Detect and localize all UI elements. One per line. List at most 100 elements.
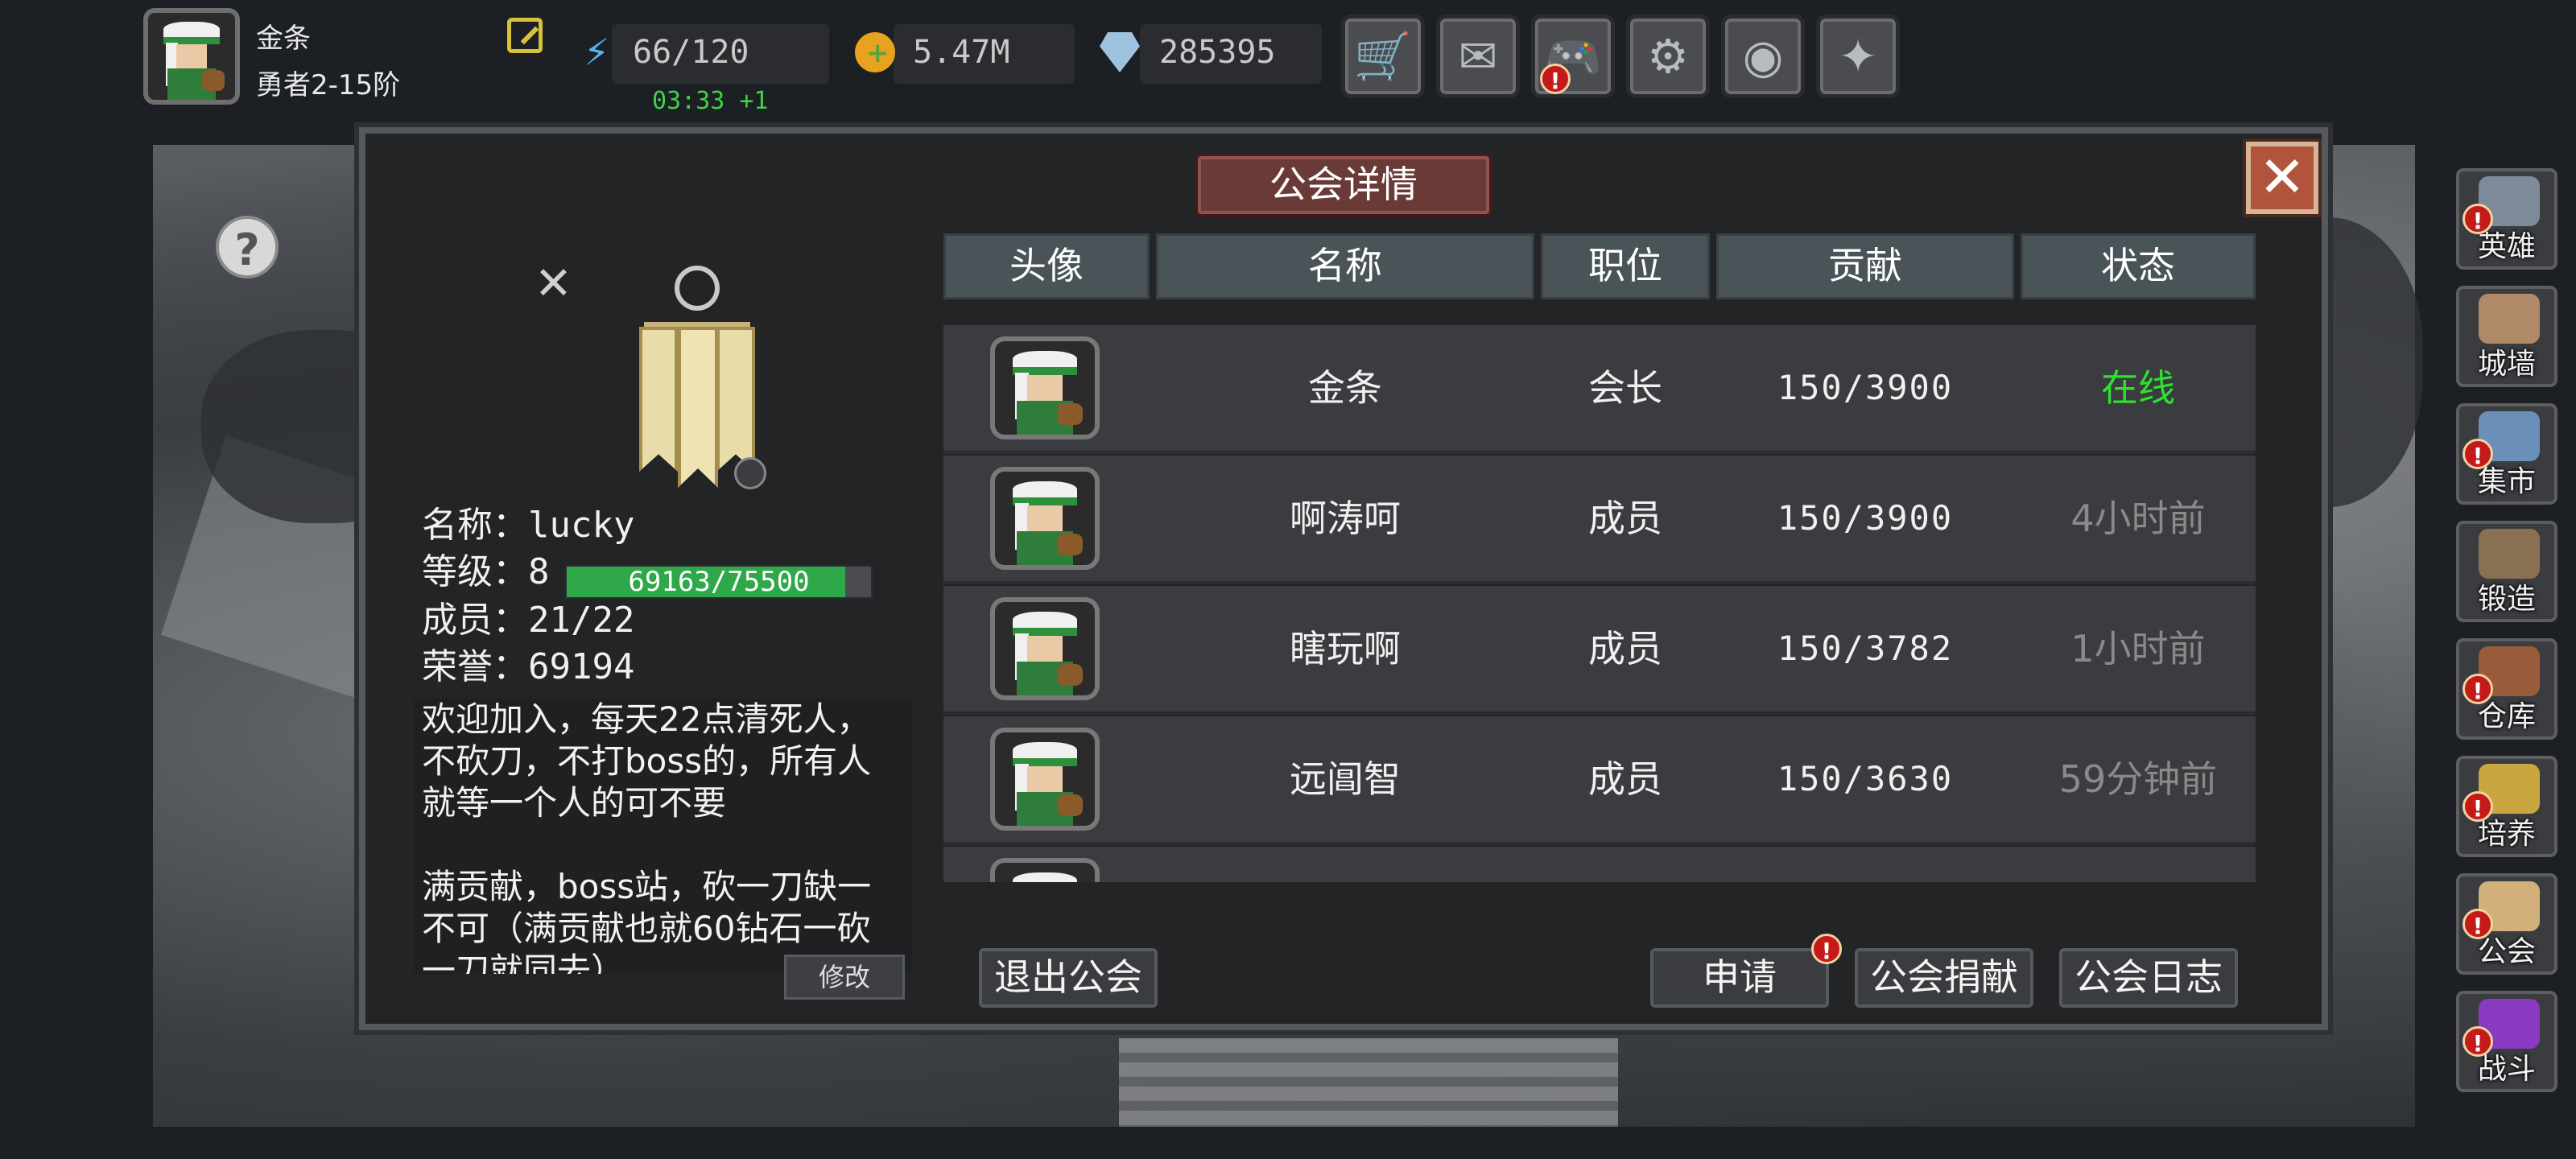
gold-coin-icon[interactable] [855,32,895,72]
firework-button[interactable]: ✦ [1816,14,1900,98]
member-avatar[interactable] [990,728,1100,831]
table-row[interactable]: 瞎玩啊 成员 150/3782 1小时前 [943,586,2256,715]
alert-badge: ! [2462,674,2493,704]
member-avatar[interactable] [990,858,1100,882]
header-contribution: 贡献 [1716,233,2014,299]
color-wheel-icon: ◉ [1742,29,1784,84]
alert-badge: ! [2462,204,2493,234]
member-avatar[interactable] [990,336,1100,439]
gem-icon[interactable] [1100,32,1140,72]
sidebar-item-0[interactable]: 英雄! [2452,164,2562,274]
close-dialog-button[interactable]: ✕ [2246,142,2318,214]
sidebar-item-5[interactable]: 培养! [2452,752,2562,861]
alert-badge: ! [2462,791,2493,822]
hero-portrait-icon [995,472,1095,565]
sidebar-item-6[interactable]: 公会! [2452,869,2562,979]
dialog-title: 公会详情 [1195,153,1492,217]
hero-portrait-icon [995,341,1095,435]
guild-name-row: 名称：lucky [422,496,634,547]
table-row[interactable]: 啊涛呵 成员 150/3900 4小时前 [943,456,2256,584]
mail-icon: ✉ [1458,29,1498,84]
guild-members-row: 成员：21/22 [422,591,634,642]
member-contribution: 150/3782 [1777,629,1954,668]
gear-icon: ⚙ [1647,29,1689,84]
table-row[interactable]: 远阊智 成员 150/3630 59分钟前 [943,716,2256,845]
alert-badge: ! [1540,64,1571,94]
modify-notice-button[interactable]: 修改 [784,955,905,1000]
member-role: 成员 [1588,497,1662,540]
sidebar-item-icon [2479,529,2540,579]
close-icon[interactable]: ✕ [535,258,572,310]
sidebar-item-icon [2479,294,2540,344]
guild-level-row: 等级：8 [422,542,550,594]
apply-button[interactable]: 申请 ! [1650,934,1842,1008]
energy-bolt-icon: ⚡ [583,31,610,74]
guild-detail-dialog: 公会详情 ✕ ✕ 名称：lucky 等级：8 69163/75500 成员：21… [359,127,2328,1030]
sidebar-item-4[interactable]: 仓库! [2452,634,2562,744]
guild-notice-text: 欢迎加入，每天22点清死人，不砍刀，不打boss的，所有人就等一个人的可不要 满… [422,699,872,974]
player-rank: 勇者2-15阶 [256,69,401,101]
member-name: 远阊智 [1290,757,1401,801]
header-avatar: 头像 [943,233,1150,299]
guild-donate-button[interactable]: 公会捐献 [1855,948,2033,1008]
table-row[interactable] [943,847,2256,882]
guild-honor-row: 荣誉：69194 [422,637,634,689]
alert-badge: ! [2462,1026,2493,1057]
sidebar-item-label: 城墙 [2477,348,2536,381]
member-table-header: 头像 名称 职位 贡献 状态 [943,233,2256,299]
member-status: 在线 [2101,366,2175,410]
sidebar-item-2[interactable]: 集市! [2452,399,2562,509]
member-table-body[interactable]: 金条 会长 150/3900 在线 啊涛呵 成员 150/3900 4小时前 瞎玩啊 成员 150/… [943,325,2256,882]
guild-members-value: 21/22 [528,600,635,641]
guild-banner-icon [639,266,766,489]
member-contribution: 150/3630 [1777,759,1954,798]
energy-timer: 03:33 +1 [652,87,769,115]
member-status: 59分钟前 [2058,757,2218,801]
guild-honor-value: 69194 [528,646,635,687]
leave-guild-button[interactable]: 退出公会 [979,948,1158,1008]
guild-honor-label: 荣誉： [422,646,528,687]
header-role: 职位 [1541,233,1710,299]
cart-button[interactable]: 🛒 [1341,14,1425,98]
guild-info-panel: ✕ 名称：lucky 等级：8 69163/75500 成员：21/22 荣誉：… [414,240,916,990]
member-avatar[interactable] [990,597,1100,700]
member-name: 啊涛呵 [1290,497,1401,540]
sidebar-item-1[interactable]: 城墙 [2452,282,2562,391]
firework-icon: ✦ [1838,29,1878,84]
gear-button[interactable]: ⚙ [1626,14,1710,98]
player-avatar[interactable] [143,8,240,105]
member-status: 4小时前 [2070,497,2206,540]
guild-notice-box[interactable]: 欢迎加入，每天22点清死人，不砍刀，不打boss的，所有人就等一个人的可不要 满… [414,699,913,974]
member-role: 成员 [1588,627,1662,670]
gold-value: 5.47M [913,34,1010,71]
sidebar-item-3[interactable]: 锻造 [2452,517,2562,626]
help-icon[interactable]: ? [216,216,279,278]
member-role: 成员 [1588,757,1662,801]
edit-name-icon[interactable] [507,18,543,53]
guild-log-button[interactable]: 公会日志 [2059,948,2238,1008]
header-name: 名称 [1156,233,1534,299]
gamepad-badge-icon [734,457,766,489]
sidebar-item-label: 锻造 [2477,583,2536,616]
header-status: 状态 [2021,233,2256,299]
color-wheel-button[interactable]: ◉ [1721,14,1805,98]
gamepad-button[interactable]: 🎮! [1531,14,1615,98]
sidebar-item-7[interactable]: 战斗! [2452,987,2562,1096]
cart-icon: 🛒 [1353,28,1413,84]
hero-portrait-icon [995,732,1095,826]
alert-badge: ! [2462,909,2493,939]
alert-badge: ! [2462,439,2493,469]
guild-level-label: 等级： [422,551,528,592]
guild-name-label: 名称： [422,505,528,546]
guild-level-value: 8 [528,551,550,592]
player-name: 金条 [256,23,311,55]
hero-portrait-icon [995,602,1095,695]
member-contribution: 150/3900 [1777,368,1954,407]
member-contribution: 150/3900 [1777,498,1954,538]
mail-button[interactable]: ✉ [1436,14,1520,98]
table-row[interactable]: 金条 会长 150/3900 在线 [943,325,2256,454]
member-avatar[interactable] [990,467,1100,570]
member-status: 1小时前 [2070,627,2206,670]
hero-portrait-icon [148,13,235,100]
guild-members-label: 成员： [422,600,528,641]
